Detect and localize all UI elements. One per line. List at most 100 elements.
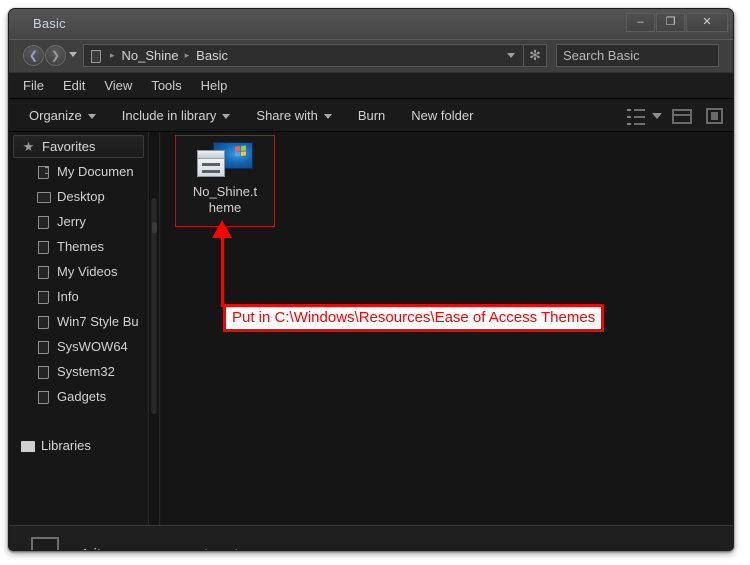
menu-item-edit[interactable]: Edit [63,78,96,93]
window-controls: – ❐ ✕ [626,13,728,32]
close-button[interactable]: ✕ [686,13,728,32]
navigation-pane: ★ Favorites My Documen Desktop Jerry The… [9,132,148,525]
breadcrumb-separator: ▸ [110,50,115,60]
menu-bar: File Edit View Tools Help [9,73,733,99]
sidebar-item-label: Win7 Style Bu [57,314,139,329]
sidebar-item-label: SysWOW64 [57,339,128,354]
view-chevron-down-icon[interactable] [652,113,662,119]
folder-icon [37,215,50,229]
chevron-down-icon [87,113,96,119]
menu-item-tools[interactable]: Tools [151,78,192,93]
preview-pane-icon[interactable] [672,109,692,124]
sidebar-item-system32[interactable]: System32 [9,359,148,384]
sidebar-group-favorites[interactable]: ★ Favorites [13,135,144,158]
folder-icon [37,265,50,279]
chevron-down-icon [222,113,231,119]
sidebar-item-label: Jerry [57,214,86,229]
include-in-library-button[interactable]: Include in library [122,108,231,123]
sidebar-item-label: Desktop [57,189,105,204]
desktop-icon [37,190,51,204]
menu-item-help[interactable]: Help [201,78,239,93]
library-icon [21,439,35,453]
sidebar-item-gadgets[interactable]: Gadgets [9,384,148,409]
sidebar-item-label: My Videos [57,264,118,279]
burn-button[interactable]: Burn [358,108,385,123]
sidebar-item-label: Info [57,289,79,304]
pane-splitter-scrollbar[interactable] [148,132,160,525]
address-bar-actions: ✻ [507,45,546,66]
sidebar-item-label: My Documen [57,164,134,179]
panes-container: ★ Favorites My Documen Desktop Jerry The… [9,132,733,525]
sidebar-item-jerry[interactable]: Jerry [9,209,148,234]
title-bar: Basic – ❐ ✕ [9,9,733,39]
sidebar-item-win7-style-builder[interactable]: Win7 Style Bu [9,309,148,334]
sidebar-item-label: Gadgets [57,389,107,404]
search-box[interactable]: ⚲ [556,44,733,67]
status-bar: 1 item State: ☚ Shared [9,525,733,550]
sidebar-item-label: System32 [57,364,115,379]
refresh-icon[interactable]: ✻ [523,45,546,66]
organize-label: Organize [29,107,82,123]
annotation-arrow-head [212,220,232,238]
forward-button[interactable]: ❯ [45,45,66,66]
maximize-button[interactable]: ❐ [656,13,685,32]
sidebar-group-libraries[interactable]: Libraries [13,434,144,457]
new-folder-label: New folder [411,107,474,123]
sidebar-group-label: Favorites [42,139,96,154]
burn-label: Burn [357,107,386,123]
folder-icon [37,340,50,354]
list-item[interactable]: No_Shine.theme [175,135,275,227]
share-with-label: Share with [256,107,318,123]
search-input[interactable] [563,48,733,63]
sidebar-item-my-documents[interactable]: My Documen [9,159,148,184]
new-folder-button[interactable]: New folder [411,108,473,123]
include-in-library-label: Include in library [121,107,217,123]
minimize-button[interactable]: – [626,13,655,32]
sidebar-item-themes[interactable]: Themes [9,234,148,259]
recent-pages-chevron-down-icon[interactable] [69,52,77,57]
breadcrumb-basic[interactable]: Basic [194,48,230,63]
sidebar-group-label: Libraries [41,438,91,453]
client-area: File Edit View Tools Help Organize Inclu… [9,72,733,550]
sidebar-item-my-videos[interactable]: My Videos [9,259,148,284]
breadcrumb-no-shine[interactable]: No_Shine [120,48,181,63]
menu-item-view[interactable]: View [104,78,143,93]
splitter-grip[interactable] [152,222,157,233]
theme-document-icon [197,150,225,177]
folder-icon [37,390,50,404]
annotation-label: Put in C:\Windows\Resources\Ease of Acce… [223,304,605,332]
address-chevron-down-icon[interactable] [507,53,515,58]
state-label: State: [134,547,168,550]
list-item-label: No_Shine.theme [192,184,258,215]
explorer-window: Basic – ❐ ✕ ❮ ❯ ▸ No_Shine ▸ Basic ✻ ⚲ [8,8,734,551]
annotation-arrow-line [221,237,224,307]
content-pane[interactable]: No_Shine.theme Put in C:\Windows\Resourc… [161,132,733,525]
view-options [618,99,723,131]
navigation-bar: ❮ ❯ ▸ No_Shine ▸ Basic ✻ ⚲ [9,39,733,72]
folder-icon [37,240,50,254]
command-bar: Organize Include in library Share with B… [9,99,733,132]
details-pane-icon[interactable] [706,108,723,124]
star-icon: ★ [22,139,35,154]
organize-button[interactable]: Organize [29,108,96,123]
address-bar[interactable]: ▸ No_Shine ▸ Basic ✻ [83,44,547,67]
sidebar-item-syswow64[interactable]: SysWOW64 [9,334,148,359]
sidebar-item-info[interactable]: Info [9,284,148,309]
menu-item-file[interactable]: File [23,78,55,93]
shared-icon: ☚ [175,548,190,550]
item-count: 1 item [81,546,122,550]
pinned-folder-icon [37,165,50,179]
theme-file-icon [197,142,253,180]
chevron-down-icon [323,113,332,119]
breadcrumb-separator: ▸ [184,50,190,60]
back-button[interactable]: ❮ [23,45,44,66]
folder-icon [37,315,50,329]
windows-flag-icon [235,145,246,157]
sidebar-item-label: Themes [57,239,104,254]
sidebar-item-desktop[interactable]: Desktop [9,184,148,209]
view-layout-icon[interactable] [624,105,648,125]
window-title: Basic [33,16,66,31]
share-with-button[interactable]: Share with [256,107,332,123]
folder-icon [89,49,102,63]
